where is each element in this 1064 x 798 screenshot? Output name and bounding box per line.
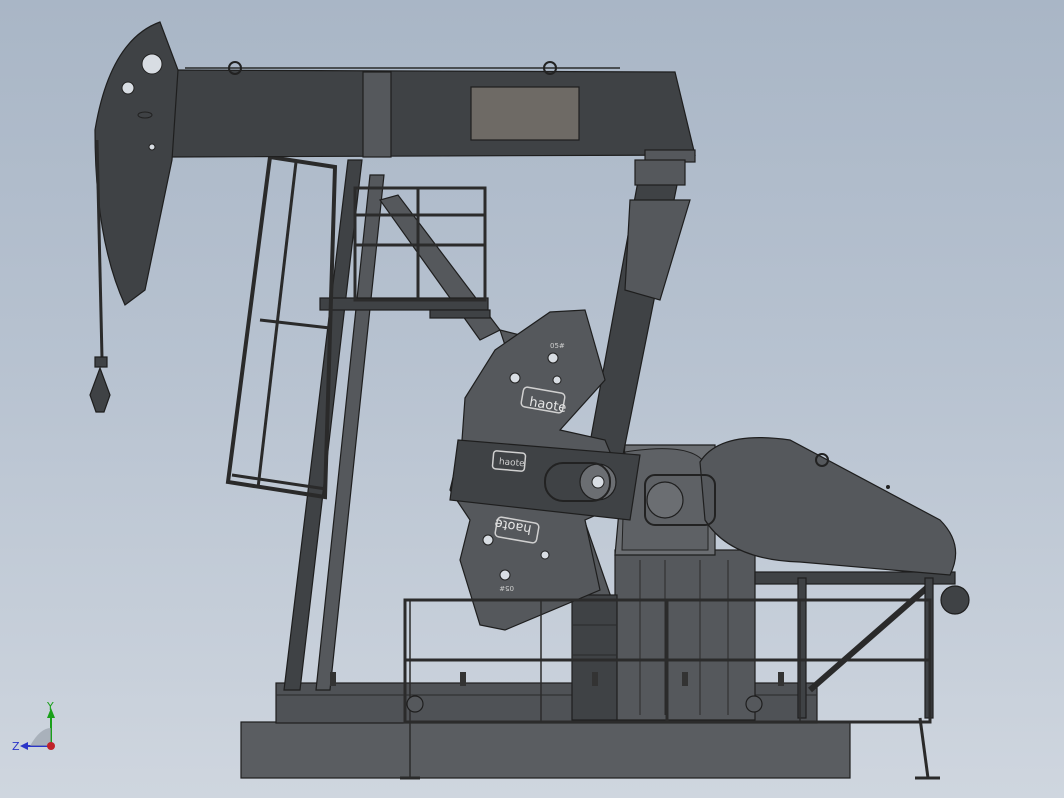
coordinate-triad: Y Z xyxy=(12,700,55,753)
pumpjack-drawing: haote haote haote 05# 05# Y Z xyxy=(12,21,970,780)
walking-beam xyxy=(167,61,696,163)
counterweight-mark-lower: 05# xyxy=(499,584,514,592)
pitman-arm xyxy=(584,159,691,471)
axis-label-z: Z xyxy=(12,740,20,753)
horse-head xyxy=(94,21,179,306)
counterweight-mark-upper: 05# xyxy=(550,342,565,350)
axis-label-y: Y xyxy=(46,700,54,713)
